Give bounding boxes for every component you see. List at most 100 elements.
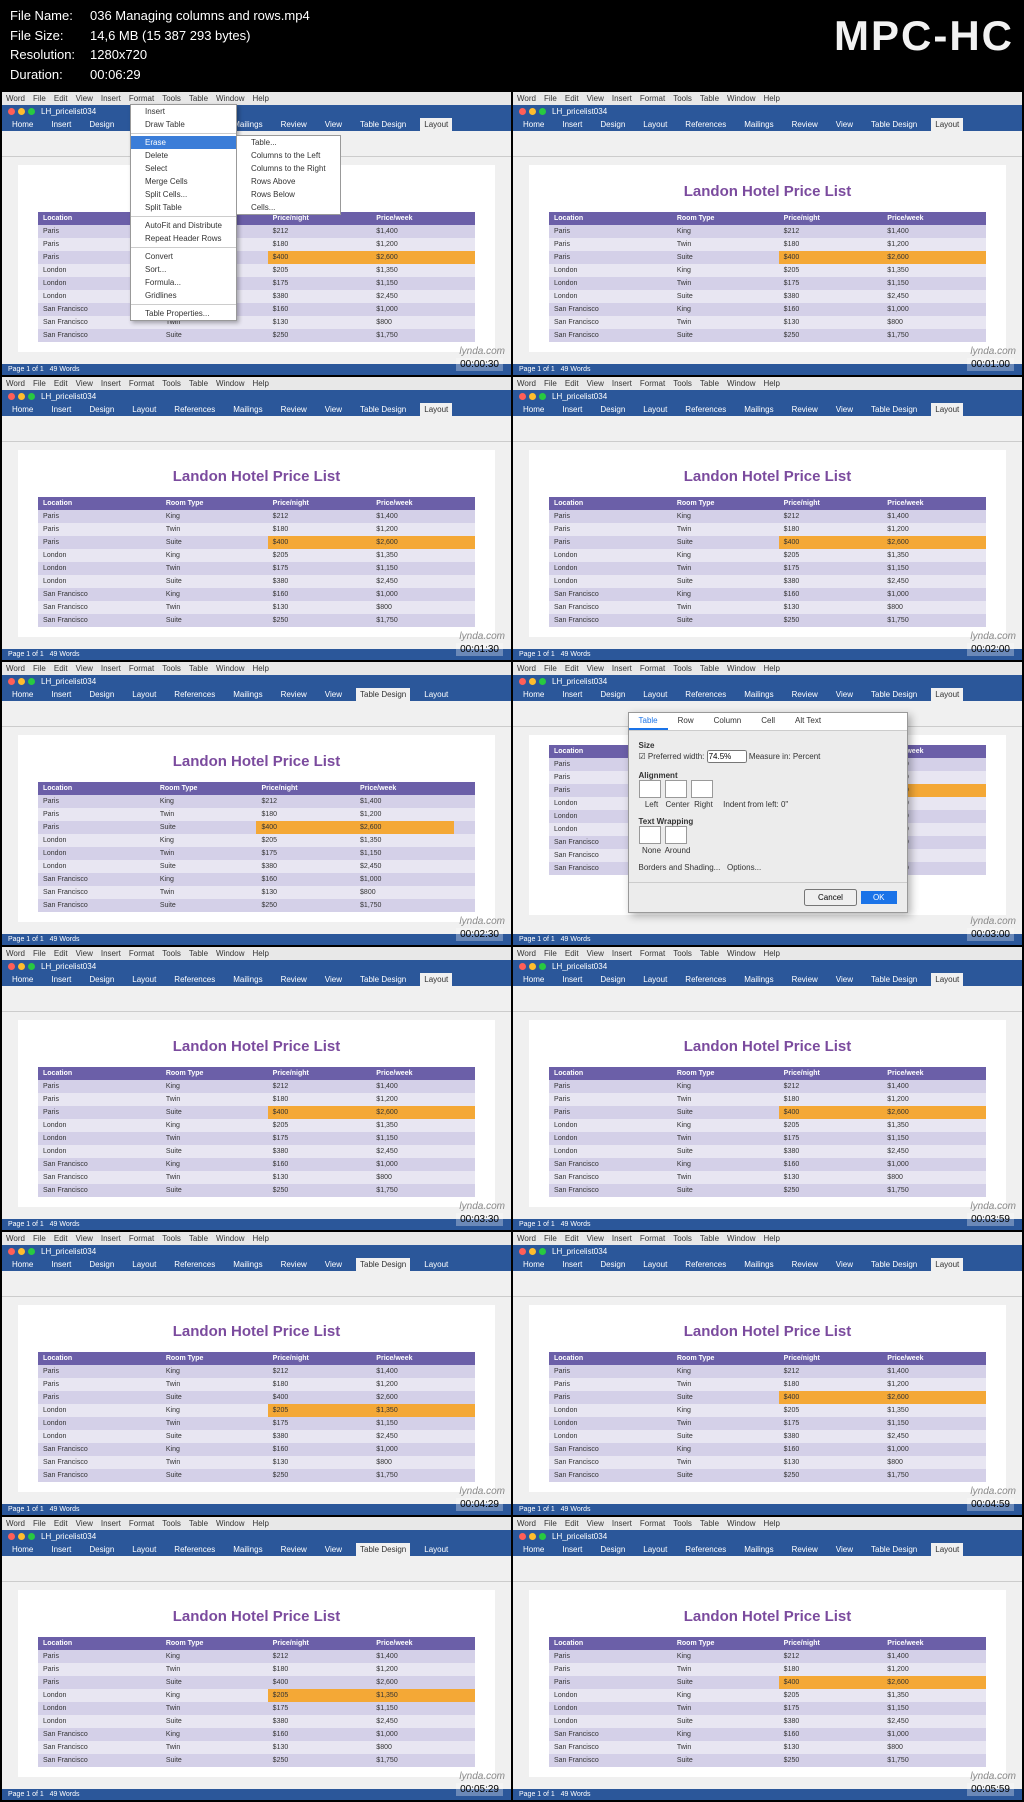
align-left[interactable]: [639, 780, 661, 798]
menu-format: Format: [640, 949, 665, 958]
insert-submenu[interactable]: Table...Columns to the LeftColumns to th…: [236, 135, 341, 215]
menu-format: Format: [129, 379, 154, 388]
ribbon-tabs[interactable]: HomeInsertDesignLayoutReferencesMailings…: [2, 118, 511, 131]
ribbon-tabs[interactable]: HomeInsertDesignLayoutReferencesMailings…: [2, 688, 511, 701]
document[interactable]: Landon Hotel Price ListLocationRoom Type…: [18, 735, 495, 922]
thumbnail-3[interactable]: WordFileEditViewInsertFormatToolsTableWi…: [2, 377, 511, 660]
mac-menubar[interactable]: WordFileEditViewInsertFormatToolsTableWi…: [2, 1517, 511, 1530]
document[interactable]: Landon Hotel Price ListLocationRoom Type…: [529, 450, 1006, 637]
thumbnail-8[interactable]: WordFileEditViewInsertFormatToolsTableWi…: [513, 947, 1022, 1230]
document[interactable]: Landon Hotel Price ListLocationRoom Type…: [529, 165, 1006, 352]
cancel-button[interactable]: Cancel: [804, 889, 857, 906]
window-titlebar: LH_pricelist034: [513, 390, 1022, 403]
menu-view: View: [587, 1234, 604, 1243]
submenu-item: Cells...: [237, 201, 340, 214]
table-properties-dialog[interactable]: TableRowColumnCellAlt TextSize☑ Preferre…: [628, 712, 908, 913]
price-table[interactable]: LocationRoom TypePrice/nightPrice/weekPa…: [549, 212, 986, 342]
tab-design: Design: [596, 1258, 629, 1271]
wrap-none[interactable]: [639, 826, 661, 844]
thumbnail-10[interactable]: WordFileEditViewInsertFormatToolsTableWi…: [513, 1232, 1022, 1515]
price-table[interactable]: LocationRoom TypePrice/nightPrice/weekPa…: [38, 497, 475, 627]
ok-button[interactable]: OK: [861, 891, 897, 904]
wrap-around[interactable]: [665, 826, 687, 844]
mac-menubar[interactable]: WordFileEditViewInsertFormatToolsTableWi…: [513, 1232, 1022, 1245]
close-icon: [519, 678, 526, 685]
ribbon-tabs[interactable]: HomeInsertDesignLayoutReferencesMailings…: [2, 403, 511, 416]
thumbnail-4[interactable]: WordFileEditViewInsertFormatToolsTableWi…: [513, 377, 1022, 660]
mac-menubar[interactable]: WordFileEditViewInsertFormatToolsTableWi…: [513, 662, 1022, 675]
table-menu[interactable]: InsertDraw TableEraseDeleteSelectMerge C…: [130, 104, 237, 321]
price-table[interactable]: LocationRoom TypePrice/nightPrice/weekPa…: [549, 1352, 986, 1482]
mac-menubar[interactable]: WordFileEditViewInsertFormatToolsTableWi…: [513, 92, 1022, 105]
mac-menubar[interactable]: WordFileEditViewInsertFormatToolsTableWi…: [513, 1517, 1022, 1530]
ribbon-tabs[interactable]: HomeInsertDesignLayoutReferencesMailings…: [513, 118, 1022, 131]
table-row: ParisTwin$180$1,200: [38, 238, 475, 251]
ribbon[interactable]: [2, 1556, 511, 1582]
table-row: San FranciscoSuite$250$1,750: [38, 1469, 475, 1482]
document[interactable]: Landon Hotel Price ListLocationRoom Type…: [18, 1020, 495, 1207]
document[interactable]: Landon Hotel Price List LocationRoom Type…: [18, 450, 495, 637]
mac-menubar[interactable]: WordFileEditViewInsertFormatToolsTableWi…: [2, 662, 511, 675]
ribbon-tabs[interactable]: HomeInsertDesignLayoutReferencesMailings…: [2, 973, 511, 986]
price-table[interactable]: LocationRoom TypePrice/nightPrice/weekPa…: [38, 1352, 475, 1482]
table-row: LondonSuite$380$2,450: [549, 1145, 986, 1158]
price-table[interactable]: LocationRoom TypePrice/nightPrice/weekPa…: [549, 1067, 986, 1197]
menu-file: File: [544, 379, 557, 388]
document[interactable]: Landon Hotel Price ListLocationRoom Type…: [18, 1305, 495, 1492]
doc-title: Landon Hotel Price List: [38, 468, 475, 485]
mac-menubar[interactable]: WordFileEditViewInsertFormatToolsTableWi…: [513, 947, 1022, 960]
document[interactable]: Landon Hotel Price ListLocationRoom Type…: [529, 1020, 1006, 1207]
document[interactable]: Landon Hotel Price ListLocationRoom Type…: [529, 1590, 1006, 1777]
ribbon[interactable]: [513, 131, 1022, 157]
ribbon-tabs[interactable]: HomeInsertDesignLayoutReferencesMailings…: [513, 403, 1022, 416]
table-row: ParisSuite$400$2,600: [38, 1676, 475, 1689]
mac-menubar[interactable]: WordFileEditViewInsertFormatToolsTableWi…: [2, 1232, 511, 1245]
price-table[interactable]: LocationRoom TypePrice/nightPrice/weekPa…: [549, 497, 986, 627]
thumbnail-9[interactable]: WordFileEditViewInsertFormatToolsTableWi…: [2, 1232, 511, 1515]
thumbnail-12[interactable]: WordFileEditViewInsertFormatToolsTableWi…: [513, 1517, 1022, 1800]
ribbon[interactable]: [2, 986, 511, 1012]
menu-help: Help: [763, 664, 779, 673]
minimize-icon: [18, 963, 25, 970]
ribbon-tabs[interactable]: HomeInsertDesignLayoutReferencesMailings…: [513, 1543, 1022, 1556]
ribbon[interactable]: [2, 1271, 511, 1297]
window-titlebar: LH_pricelist034: [2, 1245, 511, 1258]
ribbon[interactable]: [2, 701, 511, 727]
price-table[interactable]: LocationRoom TypePrice/nightPrice/weekPa…: [38, 1637, 475, 1767]
align-center[interactable]: [665, 780, 687, 798]
mac-menubar[interactable]: WordFileEditViewInsertFormatToolsTableWi…: [513, 377, 1022, 390]
align-right[interactable]: [691, 780, 713, 798]
ribbon-tabs[interactable]: HomeInsertDesignLayoutReferencesMailings…: [2, 1258, 511, 1271]
document[interactable]: Landon Hotel Price ListLocationRoom Type…: [529, 1305, 1006, 1492]
thumbnail-7[interactable]: WordFileEditViewInsertFormatToolsTableWi…: [2, 947, 511, 1230]
ribbon-tabs[interactable]: HomeInsertDesignLayoutReferencesMailings…: [513, 1258, 1022, 1271]
ribbon[interactable]: [2, 416, 511, 442]
ribbon[interactable]: [513, 416, 1022, 442]
mac-menubar[interactable]: WordFileEditViewInsertFormatToolsTableWi…: [2, 947, 511, 960]
price-table[interactable]: LocationRoom TypePrice/nightPrice/weekPa…: [38, 782, 475, 912]
tab-mailings: Mailings: [740, 1258, 777, 1271]
price-table[interactable]: LocationRoom TypePrice/nightPrice/weekPa…: [38, 1067, 475, 1197]
menu-view: View: [587, 949, 604, 958]
tab-layout: Layout: [931, 1258, 963, 1271]
mac-menubar[interactable]: WordFileEditViewInsertFormatToolsTableWi…: [2, 92, 511, 105]
thumbnail-1[interactable]: WordFileEditViewInsertFormatToolsTableWi…: [2, 92, 511, 375]
ribbon[interactable]: [513, 1271, 1022, 1297]
mac-menubar[interactable]: WordFileEditViewInsertFormatToolsTableWi…: [2, 377, 511, 390]
table-row: LondonTwin$175$1,150: [549, 1132, 986, 1145]
thumbnail-6[interactable]: WordFileEditViewInsertFormatToolsTableWi…: [513, 662, 1022, 945]
ribbon[interactable]: [513, 986, 1022, 1012]
ribbon[interactable]: [513, 1556, 1022, 1582]
menu-table: Table: [700, 1234, 719, 1243]
width-input[interactable]: [707, 750, 747, 763]
thumbnail-5[interactable]: WordFileEditViewInsertFormatToolsTableWi…: [2, 662, 511, 945]
price-table[interactable]: LocationRoom TypePrice/nightPrice/weekPa…: [549, 1637, 986, 1767]
price-table[interactable]: LocationRoom TypePrice/nightPrice/weekPa…: [38, 212, 475, 342]
ribbon-tabs[interactable]: HomeInsertDesignLayoutReferencesMailings…: [2, 1543, 511, 1556]
ribbon-tabs[interactable]: HomeInsertDesignLayoutReferencesMailings…: [513, 973, 1022, 986]
thumbnail-2[interactable]: WordFileEditViewInsertFormatToolsTableWi…: [513, 92, 1022, 375]
document[interactable]: Landon Hotel Price ListLocationRoom Type…: [18, 1590, 495, 1777]
ribbon-tabs[interactable]: HomeInsertDesignLayoutReferencesMailings…: [513, 688, 1022, 701]
menu-word: Word: [517, 949, 536, 958]
thumbnail-11[interactable]: WordFileEditViewInsertFormatToolsTableWi…: [2, 1517, 511, 1800]
